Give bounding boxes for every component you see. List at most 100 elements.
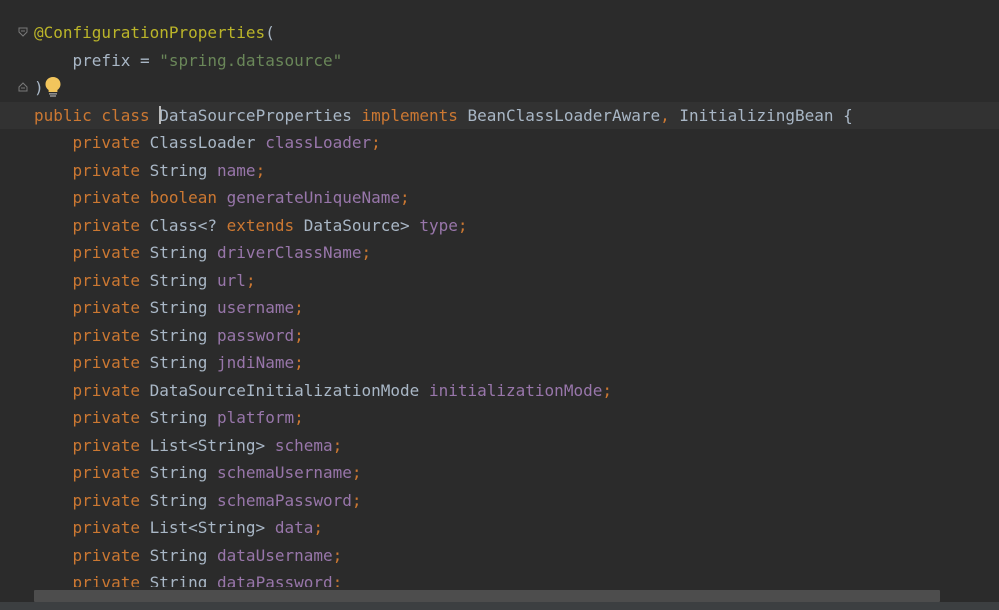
code-token: private <box>34 325 150 345</box>
code-token: schemaPassword <box>217 490 352 510</box>
code-line[interactable]: private String username; <box>0 294 999 322</box>
code-token: "spring.datasource" <box>159 50 343 70</box>
code-text: private String schemaPassword; <box>34 487 362 515</box>
code-line[interactable]: public class DataSourceProperties implem… <box>0 101 999 130</box>
code-token: ; <box>400 188 410 207</box>
code-token: @ConfigurationProperties <box>34 23 266 42</box>
code-text: private String driverClassName; <box>34 239 372 267</box>
code-token: ; <box>351 490 362 510</box>
code-token: ; <box>351 463 362 482</box>
code-token: private <box>34 243 150 262</box>
text-caret <box>159 106 162 124</box>
code-token: String <box>149 353 218 372</box>
code-token: private <box>34 408 150 427</box>
code-line[interactable]: private List<String> data; <box>0 514 999 542</box>
code-token: private <box>34 215 150 235</box>
code-token: Class<? <box>149 215 227 235</box>
code-line[interactable]: private boolean generateUniqueName; <box>0 184 999 212</box>
code-token: private <box>34 298 150 317</box>
code-text: private String url; <box>34 267 256 295</box>
code-token: dataUsername <box>217 545 333 565</box>
code-token: ; <box>332 545 343 565</box>
code-token: private <box>34 463 150 482</box>
code-line[interactable]: private String url; <box>0 267 999 295</box>
code-line[interactable]: private Class<? extends DataSource> type… <box>0 212 999 240</box>
code-token: String <box>149 243 218 262</box>
code-token: jndiName <box>217 353 295 372</box>
fold-marker-icon[interactable] <box>18 82 28 92</box>
code-line[interactable]: private List<String> schema; <box>0 432 999 460</box>
code-token: ) <box>34 78 44 97</box>
code-line[interactable]: private ClassLoader classLoader; <box>0 129 999 157</box>
code-token: private <box>34 160 150 180</box>
code-token: DataSource> <box>303 215 420 235</box>
code-text: private List<String> data; <box>34 514 323 542</box>
code-line[interactable]: private String driverClassName; <box>0 239 999 267</box>
code-token: ; <box>294 298 304 317</box>
code-token: private <box>34 353 150 372</box>
code-token: List<String> <box>149 518 275 537</box>
code-token: driverClassName <box>217 243 362 262</box>
code-text: private ClassLoader classLoader; <box>34 129 381 157</box>
code-text: private boolean generateUniqueName; <box>34 184 410 212</box>
code-text: private String jndiName; <box>34 349 304 377</box>
code-text: private String platform; <box>34 404 304 432</box>
code-token: url <box>217 270 246 290</box>
code-token: List<String> <box>149 435 275 455</box>
code-editor[interactable]: @ConfigurationProperties( prefix = "spri… <box>0 19 999 597</box>
code-token: String <box>149 490 218 510</box>
code-line[interactable]: private String name; <box>0 157 999 185</box>
code-text: private String dataUsername; <box>34 542 343 570</box>
code-token: password <box>217 325 295 345</box>
fold-marker-icon[interactable] <box>18 27 28 37</box>
code-token: private <box>34 435 150 455</box>
code-token: ; <box>457 215 468 235</box>
code-token: private boolean <box>34 188 227 207</box>
code-token: username <box>217 298 295 317</box>
code-text: ) <box>34 74 44 102</box>
code-text: private List<String> schema; <box>34 432 343 460</box>
code-token: ; <box>313 518 323 537</box>
code-text: private DataSourceInitializationMode ini… <box>34 377 612 405</box>
lightbulb-icon[interactable] <box>44 76 62 98</box>
code-token: classLoader <box>265 133 372 152</box>
code-token: prefix = <box>34 50 160 70</box>
horizontal-scrollbar[interactable] <box>34 590 940 602</box>
code-line[interactable]: private String password; <box>0 322 999 350</box>
code-token: schema <box>274 435 333 455</box>
code-line[interactable]: @ConfigurationProperties( <box>0 19 999 47</box>
code-text: public class DataSourceProperties implem… <box>34 102 853 130</box>
code-token: ; <box>294 353 304 372</box>
code-token: public class <box>34 105 160 125</box>
code-token: generateUniqueName <box>226 188 401 207</box>
code-line[interactable]: private String schemaUsername; <box>0 459 999 487</box>
code-line[interactable]: prefix = "spring.datasource" <box>0 47 999 75</box>
code-token: DataSourceInitializationMode <box>149 380 429 400</box>
code-line[interactable]: private DataSourceInitializationMode ini… <box>0 377 999 405</box>
code-token: ( <box>265 23 275 42</box>
code-line[interactable]: private String schemaPassword; <box>0 487 999 515</box>
code-token: String <box>149 298 218 317</box>
code-token: ; <box>371 133 381 152</box>
code-token: implements <box>351 105 468 125</box>
code-token: private <box>34 380 150 400</box>
code-token: type <box>419 215 458 235</box>
code-token: ; <box>245 270 256 290</box>
code-line[interactable]: private String jndiName; <box>0 349 999 377</box>
code-text: @ConfigurationProperties( <box>34 19 275 47</box>
code-token: BeanClassLoaderAware <box>467 105 661 125</box>
code-text: private String name; <box>34 157 266 185</box>
code-text: private String username; <box>34 294 304 322</box>
code-token: DataSourceProperties <box>159 105 352 125</box>
code-token: String <box>149 325 218 345</box>
code-line[interactable]: private String platform; <box>0 404 999 432</box>
code-token: String <box>149 270 218 290</box>
code-line[interactable]: private String dataUsername; <box>0 542 999 570</box>
code-token: private <box>34 490 150 510</box>
code-token: private <box>34 133 150 152</box>
code-token: initializationMode <box>428 380 603 400</box>
code-token: private <box>34 545 150 565</box>
editor-bottom-border <box>0 602 999 610</box>
code-line[interactable]: ) <box>0 74 999 102</box>
code-token: platform <box>217 408 295 427</box>
